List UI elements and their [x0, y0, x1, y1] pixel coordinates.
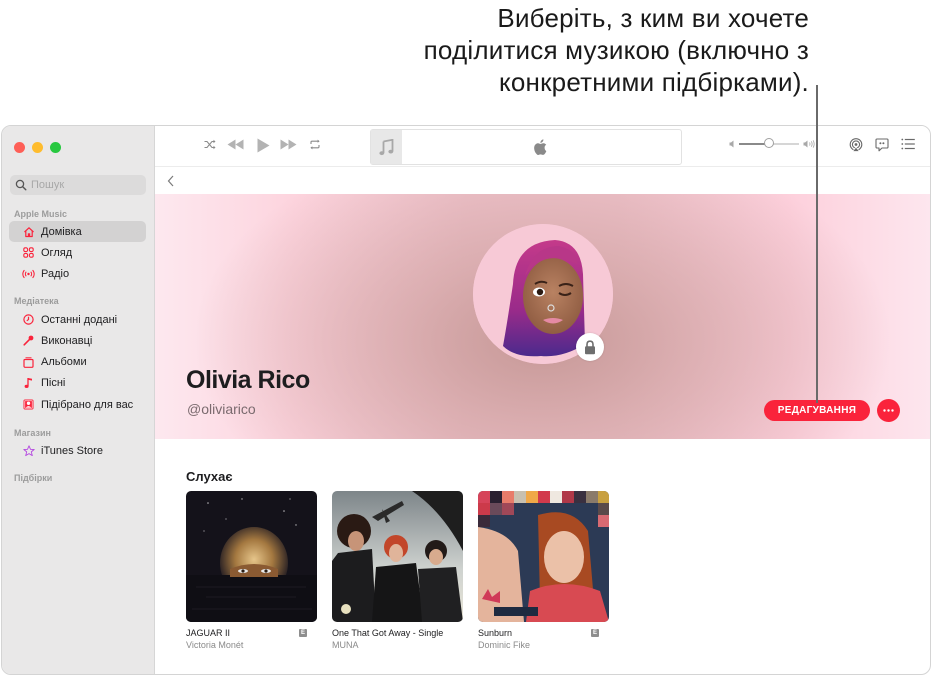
album-artwork-jaguar-ii [186, 491, 317, 622]
sidebar-item-label: Домівка [41, 225, 82, 238]
listening-section-title: Слухає [186, 469, 233, 484]
album-title[interactable]: Sunburn [478, 628, 512, 638]
back-button[interactable] [167, 174, 175, 192]
sidebar-item-label: Радіо [41, 267, 70, 280]
callout-line-3: конкретними підбірками). [499, 67, 809, 97]
grid-icon [22, 246, 35, 259]
now-playing-display[interactable] [370, 129, 682, 165]
radio-waves-icon [22, 267, 35, 280]
album-card[interactable]: JAGUAR II E Victoria Monét [186, 491, 317, 655]
album-card[interactable]: One That Got Away - Single MUNA [332, 491, 463, 655]
fast-forward-icon[interactable] [280, 139, 297, 150]
volume-slider[interactable] [739, 138, 799, 148]
close-window-button[interactable] [14, 142, 25, 153]
sidebar-item-radio[interactable]: Радіо [9, 263, 146, 284]
search-input[interactable] [31, 179, 131, 191]
album-title[interactable]: JAGUAR II [186, 628, 230, 638]
sidebar-item-albums[interactable]: Альбоми [9, 351, 146, 372]
artwork-placeholder [371, 130, 402, 164]
sidebar-item-label: iTunes Store [41, 444, 103, 457]
album-title[interactable]: One That Got Away - Single [332, 628, 443, 638]
volume-knob[interactable] [764, 138, 774, 148]
search-icon [15, 179, 27, 191]
more-options-button[interactable] [877, 399, 900, 422]
profile-handle: @oliviarico [187, 401, 256, 417]
clock-icon [22, 313, 35, 326]
lock-icon [585, 339, 595, 354]
callout-line-1: Виберіть, з ким ви хочете [497, 3, 809, 33]
explicit-badge: E [591, 629, 599, 637]
callout-annotation: Виберіть, з ким ви хочете поділитися муз… [349, 2, 809, 98]
sidebar-item-songs[interactable]: Пісні [9, 372, 146, 393]
sidebar-item-artists[interactable]: Виконавці [9, 330, 146, 351]
album-cover[interactable] [332, 491, 463, 622]
rewind-icon[interactable] [227, 139, 244, 150]
sidebar-item-label: Виконавці [41, 334, 93, 347]
music-app-window: Apple Music Домівка Огляд Радіо Медіатек… [1, 125, 931, 675]
album-artist[interactable]: Dominic Fike [478, 640, 530, 650]
album-card[interactable]: Sunburn E Dominic Fike [478, 491, 609, 655]
lyrics-icon[interactable] [875, 138, 889, 152]
sidebar: Apple Music Домівка Огляд Радіо Медіатек… [2, 126, 155, 674]
repeat-icon[interactable] [309, 139, 321, 150]
airplay-icon[interactable] [849, 138, 863, 152]
sidebar-item-browse[interactable]: Огляд [9, 242, 146, 263]
edit-profile-button[interactable]: РЕДАГУВАННЯ [764, 400, 870, 421]
album-cover[interactable] [478, 491, 609, 622]
apple-logo-icon [533, 139, 547, 160]
sidebar-item-label: Підібрано для вас [41, 398, 134, 411]
star-icon [22, 444, 35, 457]
volume-low-icon [729, 140, 734, 148]
person-square-icon [22, 398, 35, 411]
microphone-icon [22, 334, 35, 347]
sidebar-item-recently-added[interactable]: Останні додані [9, 309, 146, 330]
sidebar-item-label: Альбоми [41, 355, 87, 368]
window-controls [14, 142, 61, 153]
volume-control[interactable] [729, 138, 815, 148]
section-label-apple-music: Apple Music [14, 209, 68, 219]
search-field[interactable] [10, 175, 146, 195]
section-label-store: Магазин [14, 428, 51, 438]
sidebar-item-label: Пісні [41, 376, 66, 389]
sidebar-item-label: Огляд [41, 246, 73, 259]
main-content: Olivia Rico @oliviarico РЕДАГУВАННЯ Слух… [155, 126, 930, 674]
house-icon [22, 225, 35, 238]
volume-high-icon [803, 140, 815, 148]
album-artist[interactable]: Victoria Monét [186, 640, 243, 650]
sidebar-item-made-for-you[interactable]: Підібрано для вас [9, 394, 146, 415]
album-stack-icon [22, 355, 35, 368]
player-toolbar [155, 126, 930, 167]
private-lock-badge [576, 333, 604, 361]
profile-header: Olivia Rico @oliviarico РЕДАГУВАННЯ [155, 194, 930, 439]
music-note-icon [379, 138, 394, 155]
album-cover[interactable] [186, 491, 317, 622]
zoom-window-button[interactable] [50, 142, 61, 153]
shuffle-icon[interactable] [204, 139, 216, 150]
sidebar-item-itunes-store[interactable]: iTunes Store [9, 440, 146, 461]
callout-pointer-line [816, 85, 818, 403]
sidebar-item-home[interactable]: Домівка [9, 221, 146, 242]
album-artwork-one-that-got-away [332, 491, 463, 622]
music-note-icon [22, 376, 35, 389]
profile-name: Olivia Rico [186, 366, 310, 394]
section-label-playlists: Підбірки [14, 473, 53, 483]
queue-list-icon[interactable] [901, 138, 915, 150]
album-artist[interactable]: MUNA [332, 640, 359, 650]
album-artwork-sunburn [478, 491, 609, 622]
play-icon[interactable] [257, 138, 270, 153]
minimize-window-button[interactable] [32, 142, 43, 153]
callout-line-2: поділитися музикою (включно з [423, 35, 809, 65]
explicit-badge: E [299, 629, 307, 637]
chevron-left-icon [167, 175, 174, 187]
ellipsis-icon [883, 409, 894, 412]
section-label-library: Медіатека [14, 296, 59, 306]
sidebar-item-label: Останні додані [41, 313, 118, 326]
